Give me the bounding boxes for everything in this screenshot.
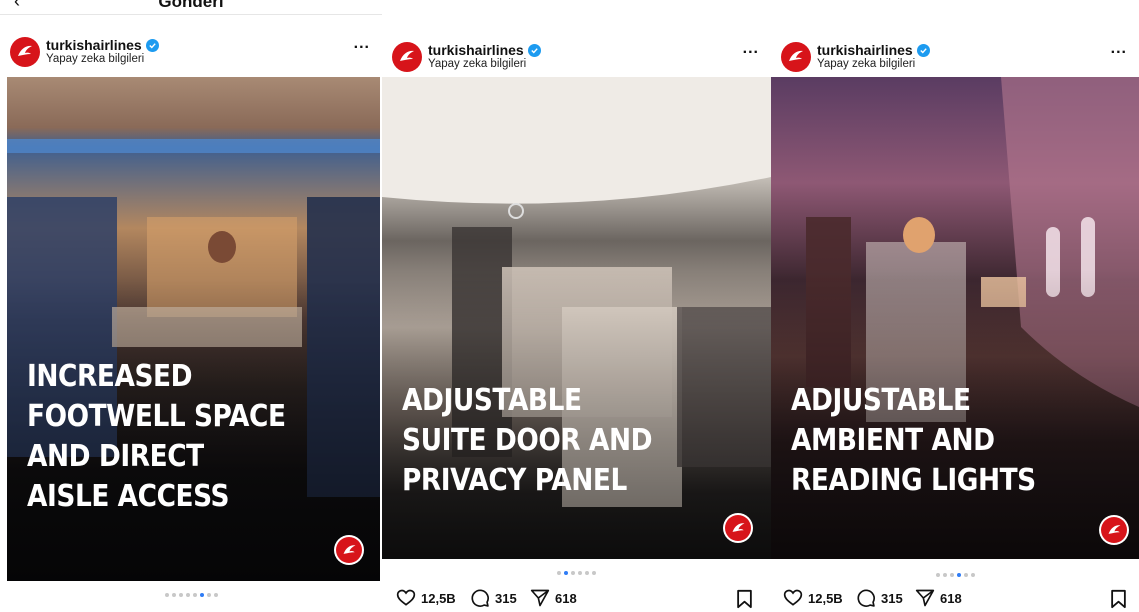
carousel-dot	[571, 571, 575, 575]
post-image[interactable]: ADJUSTABLE AMBIENT AND READING LIGHTS	[771, 77, 1139, 559]
turkish-airlines-logo-icon	[732, 522, 744, 532]
carousel-dot	[171, 593, 176, 597]
brand-logo-badge	[723, 513, 753, 543]
send-icon[interactable]	[530, 588, 550, 608]
carousel-dot	[970, 573, 975, 577]
image-caption: ADJUSTABLE SUITE DOOR AND PRIVACY PANEL	[402, 381, 653, 501]
share-count[interactable]: 618	[940, 591, 962, 606]
carousel-dot	[592, 571, 596, 575]
post-actions-bar: 12,5B 315 618	[771, 588, 1139, 612]
save-button[interactable]	[736, 589, 753, 612]
comment-icon[interactable]	[856, 588, 876, 608]
caption-line: SUITE DOOR AND	[402, 423, 653, 458]
like-count[interactable]: 12,5B	[808, 591, 843, 606]
comment-count[interactable]: 315	[495, 591, 517, 606]
carousel-dot	[942, 573, 947, 577]
carousel-dot	[585, 571, 589, 575]
carousel-dot	[557, 571, 561, 575]
turkish-airlines-logo-icon	[18, 45, 32, 56]
post-header: turkishairlines Yapay zeka bilgileri ...	[0, 33, 382, 71]
heart-icon[interactable]	[783, 588, 803, 608]
carousel-dot	[935, 573, 940, 577]
avatar[interactable]	[781, 42, 811, 72]
carousel-dot	[578, 571, 582, 575]
carousel-dot	[185, 593, 190, 597]
caption-line: READING LIGHTS	[791, 463, 1036, 498]
post-header: turkishairlines Yapay zeka bilgileri ...	[771, 38, 1139, 76]
post-header: turkishairlines Yapay zeka bilgileri ...	[382, 38, 771, 76]
caption-line: FOOTWELL SPACE	[27, 399, 286, 434]
verified-badge-icon	[145, 38, 159, 52]
caption-line: ADJUSTABLE	[791, 383, 971, 418]
comment-action[interactable]: 315	[470, 588, 517, 608]
username-link[interactable]: turkishairlines	[46, 37, 142, 53]
more-options-button[interactable]: ...	[743, 40, 759, 58]
carousel-dot	[199, 593, 204, 597]
page-title: Gönderi	[158, 0, 224, 11]
brand-logo-badge	[334, 535, 364, 565]
comment-icon[interactable]	[470, 588, 490, 608]
carousel-indicator	[0, 593, 382, 597]
image-caption: ADJUSTABLE AMBIENT AND READING LIGHTS	[791, 381, 1036, 501]
save-button[interactable]	[1110, 589, 1127, 612]
like-action[interactable]: 12,5B	[396, 588, 456, 608]
caption-line: AND DIRECT	[27, 439, 204, 474]
carousel-dot	[178, 593, 183, 597]
turkish-airlines-logo-icon	[1108, 524, 1120, 534]
post-panel-1: ‹ Gönderi turkishairlines Yapay zeka bil…	[0, 0, 382, 612]
post-image[interactable]: INCREASED FOOTWELL SPACE AND DIRECT AISL…	[7, 77, 380, 581]
carousel-dot	[564, 571, 568, 575]
carousel-dot	[192, 593, 197, 597]
comment-count[interactable]: 315	[881, 591, 903, 606]
post-panel-2: turkishairlines Yapay zeka bilgileri ...…	[382, 0, 771, 612]
caption-line: ADJUSTABLE	[402, 383, 582, 418]
post-subtitle[interactable]: Yapay zeka bilgileri	[817, 58, 915, 70]
caption-line: AISLE ACCESS	[27, 479, 230, 514]
brand-logo-badge	[1099, 515, 1129, 545]
caption-line: AMBIENT AND	[791, 423, 995, 458]
username-link[interactable]: turkishairlines	[817, 42, 913, 58]
more-options-button[interactable]: ...	[1111, 40, 1127, 58]
username-link[interactable]: turkishairlines	[428, 42, 524, 58]
post-subtitle[interactable]: Yapay zeka bilgileri	[46, 53, 144, 65]
carousel-indicator	[771, 573, 1139, 577]
bookmark-icon[interactable]	[1110, 589, 1127, 609]
bookmark-icon[interactable]	[736, 589, 753, 609]
share-count[interactable]: 618	[555, 591, 577, 606]
post-panel-3: turkishairlines Yapay zeka bilgileri ...…	[771, 0, 1139, 612]
caption-line: PRIVACY PANEL	[402, 463, 627, 498]
share-action[interactable]: 618	[530, 588, 577, 608]
carousel-dot	[956, 573, 961, 577]
image-caption: INCREASED FOOTWELL SPACE AND DIRECT AISL…	[27, 357, 286, 517]
like-count[interactable]: 12,5B	[421, 591, 456, 606]
carousel-indicator	[382, 571, 771, 575]
verified-badge-icon	[527, 43, 541, 57]
post-actions-bar: 12,5B 315 618	[382, 588, 771, 612]
post-subtitle[interactable]: Yapay zeka bilgileri	[428, 58, 526, 70]
carousel-dot	[949, 573, 954, 577]
send-icon[interactable]	[915, 588, 935, 608]
carousel-dot	[164, 593, 169, 597]
share-action[interactable]: 618	[915, 588, 962, 608]
turkish-airlines-logo-icon	[343, 544, 355, 554]
like-action[interactable]: 12,5B	[783, 588, 843, 608]
heart-icon[interactable]	[396, 588, 416, 608]
carousel-dot	[206, 593, 211, 597]
top-bar: ‹ Gönderi	[0, 0, 382, 15]
turkish-airlines-logo-icon	[789, 50, 803, 61]
comment-action[interactable]: 315	[856, 588, 903, 608]
avatar[interactable]	[10, 37, 40, 67]
avatar[interactable]	[392, 42, 422, 72]
turkish-airlines-logo-icon	[400, 50, 414, 61]
caption-line: INCREASED	[27, 359, 193, 394]
carousel-dot	[963, 573, 968, 577]
carousel-dot	[213, 593, 218, 597]
post-image[interactable]: ADJUSTABLE SUITE DOOR AND PRIVACY PANEL	[382, 77, 771, 559]
verified-badge-icon	[916, 43, 930, 57]
more-options-button[interactable]: ...	[354, 35, 370, 53]
